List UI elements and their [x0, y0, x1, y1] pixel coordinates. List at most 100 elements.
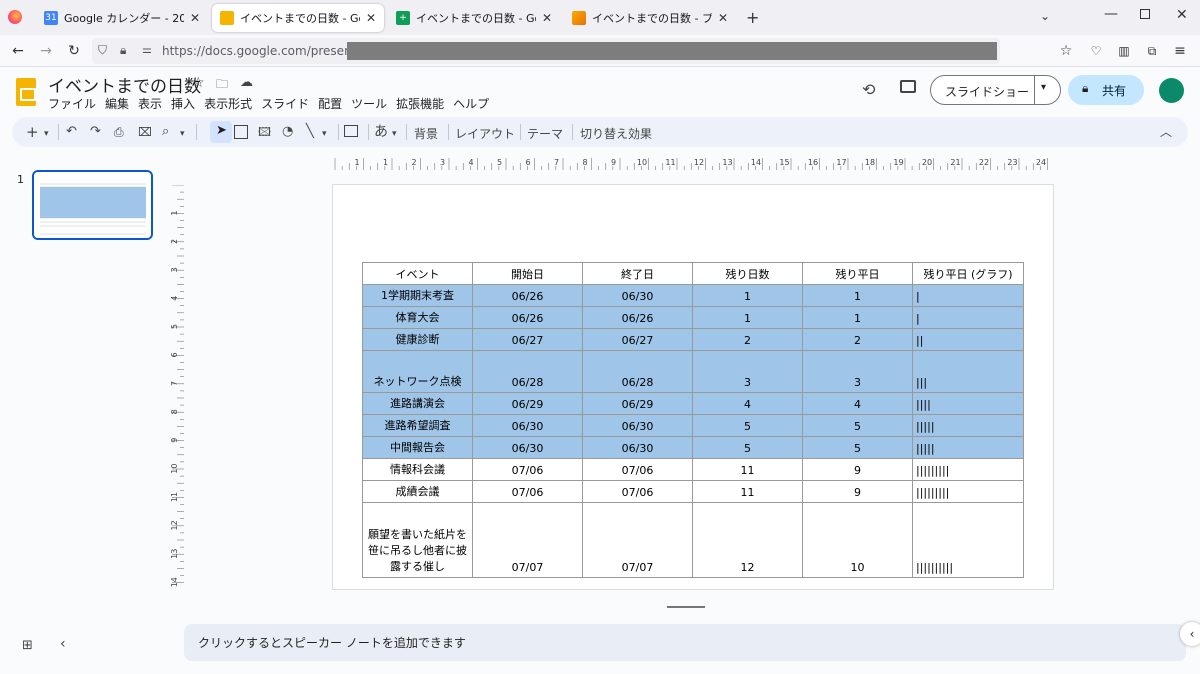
- cell-weekdays-left[interactable]: 9: [802, 480, 913, 503]
- cell-event[interactable]: 進路講演会: [362, 392, 473, 415]
- avatar[interactable]: [1159, 78, 1184, 103]
- share-button[interactable]: 🔒︎ 共有: [1068, 75, 1144, 105]
- slideshow-button[interactable]: スライドショー ▾: [930, 75, 1061, 105]
- cell-weekdays-left[interactable]: 2: [802, 328, 913, 351]
- cell-days-left[interactable]: 2: [692, 328, 803, 351]
- chevron-down-icon[interactable]: ▾: [1041, 82, 1046, 93]
- cell-start-date[interactable]: 06/26: [472, 306, 583, 329]
- library-icon[interactable]: ▥: [1114, 41, 1134, 61]
- cell-days-left[interactable]: 3: [692, 350, 803, 393]
- cell-days-left[interactable]: 1: [692, 284, 803, 307]
- redo-icon[interactable]: ↷: [90, 123, 101, 141]
- expand-side-panel-icon[interactable]: ‹: [1180, 622, 1200, 646]
- cell-weekdays-left[interactable]: 1: [802, 306, 913, 329]
- cell-start-date[interactable]: 07/06: [472, 480, 583, 503]
- cell-weekdays-graph[interactable]: |: [912, 306, 1024, 329]
- cell-end-date[interactable]: 07/06: [582, 458, 693, 481]
- restore-window-icon[interactable]: [1140, 9, 1150, 19]
- cell-start-date[interactable]: 06/30: [472, 436, 583, 459]
- cell-days-left[interactable]: 4: [692, 392, 803, 415]
- cell-end-date[interactable]: 06/30: [582, 414, 693, 437]
- background-button[interactable]: 背景: [414, 125, 438, 142]
- cell-start-date[interactable]: 06/26: [472, 284, 583, 307]
- cell-days-left[interactable]: 11: [692, 458, 803, 481]
- cell-days-left[interactable]: 11: [692, 480, 803, 503]
- new-slide-icon[interactable]: +: [26, 123, 39, 141]
- undo-icon[interactable]: ↶: [66, 123, 77, 141]
- pocket-icon[interactable]: ♡: [1086, 41, 1106, 61]
- cell-end-date[interactable]: 06/30: [582, 284, 693, 307]
- header-end-date[interactable]: 終了日: [582, 262, 693, 285]
- header-start-date[interactable]: 開始日: [472, 262, 583, 285]
- permissions-icon[interactable]: ⚌: [142, 43, 152, 56]
- tab-slides[interactable]: イベントまでの日数 - Google スライ ✕: [212, 4, 384, 32]
- shape-icon[interactable]: ◔: [282, 123, 293, 141]
- cell-start-date[interactable]: 06/30: [472, 414, 583, 437]
- cell-end-date[interactable]: 06/26: [582, 306, 693, 329]
- cell-weekdays-graph[interactable]: ||||||||||: [912, 502, 1024, 578]
- extensions-icon[interactable]: ⧉: [1142, 41, 1162, 61]
- back-icon[interactable]: ←: [8, 41, 28, 61]
- horizontal-ruler[interactable]: 1 1 2 3 4 5 6 7 8 9 10 11 12 13 14 15 16 17 18 19 20 21 22 23 24…: [333, 156, 1053, 170]
- cell-end-date[interactable]: 06/30: [582, 436, 693, 459]
- chevron-down-icon[interactable]: ▾: [322, 125, 327, 143]
- close-tab-icon[interactable]: ✕: [366, 11, 376, 25]
- menu-arrange[interactable]: 配置: [318, 95, 342, 112]
- menu-help[interactable]: ヘルプ: [453, 95, 489, 112]
- tab-list-chevron-icon[interactable]: ⌄: [1040, 9, 1050, 23]
- cell-event[interactable]: 体育大会: [362, 306, 473, 329]
- header-event[interactable]: イベント: [362, 262, 473, 285]
- line-icon[interactable]: ╲: [306, 123, 314, 141]
- app-menu-icon[interactable]: ≡: [1170, 41, 1190, 61]
- reload-icon[interactable]: ↻: [64, 41, 84, 61]
- cell-event[interactable]: 進路希望調査: [362, 414, 473, 437]
- add-comment-icon[interactable]: [344, 125, 358, 137]
- cell-event[interactable]: 1学期期末考査: [362, 284, 473, 307]
- cell-weekdays-graph[interactable]: ||||: [912, 392, 1024, 415]
- image-icon[interactable]: 🖾︎: [258, 123, 271, 141]
- cell-weekdays-left[interactable]: 4: [802, 392, 913, 415]
- cell-weekdays-graph[interactable]: |||||||||: [912, 480, 1024, 503]
- menu-extensions[interactable]: 拡張機能: [396, 95, 444, 112]
- tab-calendar[interactable]: 31 Google カレンダー - 2023年 6月 2 ✕: [36, 4, 208, 32]
- chevron-down-icon[interactable]: ▾: [180, 125, 185, 143]
- menu-view[interactable]: 表示: [138, 95, 162, 112]
- tab-sheets[interactable]: + イベントまでの日数 - Google スプレ ✕: [388, 4, 560, 32]
- tab-colab[interactable]: イベントまでの日数 - プロジェクト編 ✕: [564, 4, 736, 32]
- lock-icon[interactable]: 🔒︎: [120, 43, 126, 58]
- collapse-filmstrip-icon[interactable]: ‹: [60, 636, 66, 652]
- cell-end-date[interactable]: 06/29: [582, 392, 693, 415]
- theme-button[interactable]: テーマ: [527, 125, 563, 142]
- cell-event[interactable]: 願望を書いた紙片を笹に吊るし他者に披露する催し: [362, 502, 473, 578]
- cell-weekdays-left[interactable]: 10: [802, 502, 913, 578]
- grid-view-icon[interactable]: ⊞: [22, 638, 33, 653]
- notes-resize-handle[interactable]: [667, 606, 705, 608]
- header-weekdays-left[interactable]: 残り平日: [802, 262, 913, 285]
- menu-insert[interactable]: 挿入: [171, 95, 195, 112]
- textbox-icon[interactable]: [234, 125, 248, 139]
- close-window-icon[interactable]: ✕: [1176, 7, 1188, 23]
- cell-start-date[interactable]: 06/27: [472, 328, 583, 351]
- header-weekdays-graph[interactable]: 残り平日 (グラフ): [912, 262, 1024, 285]
- chevron-down-icon[interactable]: ▾: [44, 125, 49, 143]
- collapse-toolbar-icon[interactable]: ︿: [1160, 123, 1172, 141]
- address-bar[interactable]: ⛉ 🔒︎ ⚌ https://docs.google.com/presentat…: [92, 38, 1000, 64]
- cell-end-date[interactable]: 06/28: [582, 350, 693, 393]
- menu-slide[interactable]: スライド: [261, 95, 309, 112]
- cell-days-left[interactable]: 5: [692, 436, 803, 459]
- cell-weekdays-left[interactable]: 9: [802, 458, 913, 481]
- cell-event[interactable]: 中間報告会: [362, 436, 473, 459]
- chevron-down-icon[interactable]: ▾: [392, 125, 397, 143]
- bookmark-star-icon[interactable]: ☆: [1056, 41, 1076, 61]
- cell-end-date[interactable]: 06/27: [582, 328, 693, 351]
- cell-start-date[interactable]: 07/07: [472, 502, 583, 578]
- close-tab-icon[interactable]: ✕: [190, 11, 200, 25]
- cell-weekdays-graph[interactable]: |||||: [912, 436, 1024, 459]
- cell-event[interactable]: 情報科会議: [362, 458, 473, 481]
- firefox-menu-icon[interactable]: [8, 10, 22, 24]
- cloud-saved-icon[interactable]: ☁︎: [240, 75, 253, 90]
- input-tools-icon[interactable]: あ: [374, 123, 388, 141]
- shield-icon[interactable]: ⛉: [98, 43, 107, 58]
- select-tool-button[interactable]: ➤: [210, 121, 232, 143]
- cell-weekdays-graph[interactable]: |||||||||: [912, 458, 1024, 481]
